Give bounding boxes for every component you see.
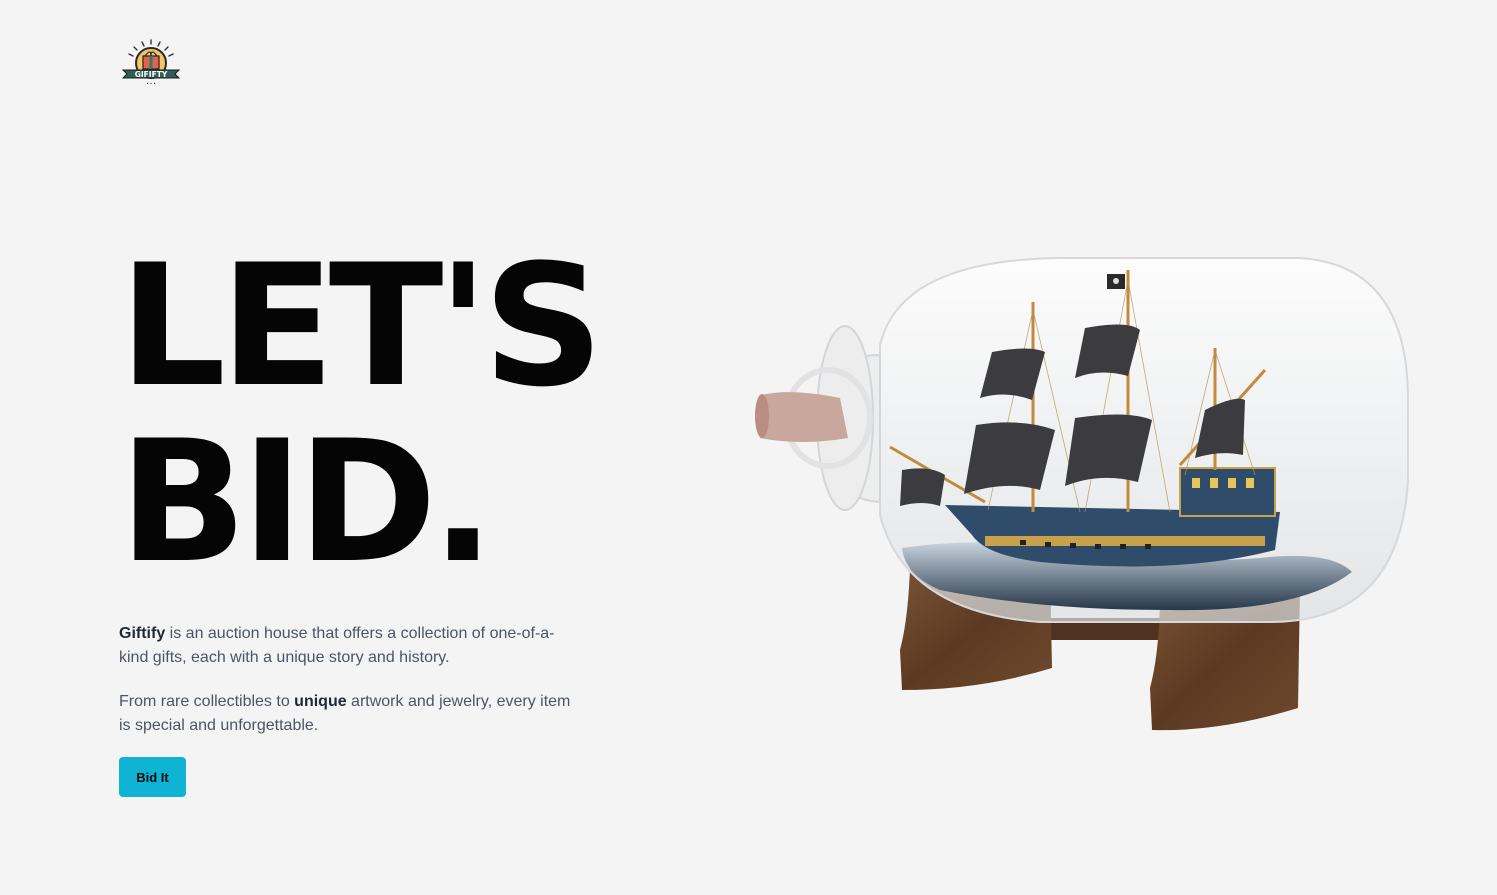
- hero-title: LET'S BID.: [119, 228, 604, 600]
- detail-paragraph-start: From rare collectibles to: [119, 693, 295, 710]
- brand-name-strong: Giftify: [119, 625, 166, 642]
- intro-paragraph-text: is an auction house that offers a collec…: [119, 625, 555, 666]
- logo-wordmark: GIFIFTY: [135, 70, 168, 79]
- detail-paragraph: From rare collectibles to unique artwork…: [119, 690, 579, 738]
- logo-subtext: • • •: [146, 81, 156, 86]
- hero-title-line-2: BID.: [119, 404, 495, 600]
- cork-stopper: [755, 392, 848, 442]
- pirate-flag-icon: [1107, 274, 1125, 289]
- ship-in-bottle-illustration: [755, 257, 1409, 731]
- bid-it-button[interactable]: Bid It: [119, 757, 186, 797]
- giftify-logo[interactable]: GIFIFTY • • •: [121, 37, 181, 87]
- hero-title-line-1: LET'S: [119, 228, 604, 424]
- intro-paragraph: Giftify is an auction house that offers …: [119, 622, 579, 670]
- gift-box-icon: [142, 51, 160, 70]
- detail-paragraph-strong: unique: [294, 693, 347, 710]
